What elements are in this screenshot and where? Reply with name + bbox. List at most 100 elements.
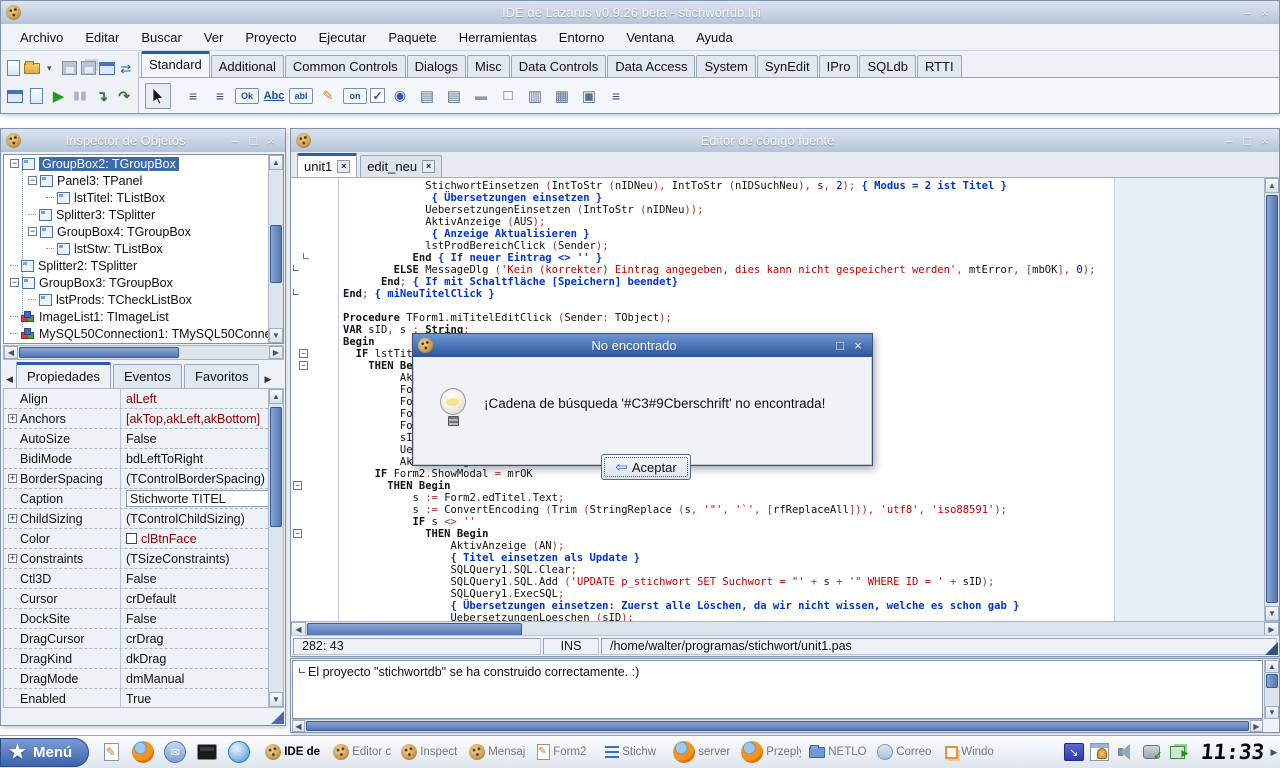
display-resize-icon[interactable]: ↘ bbox=[1062, 740, 1086, 764]
property-row-cursor[interactable]: CursorcrDefault bbox=[4, 589, 283, 609]
tree-item-groupbox3[interactable]: −GroupBox3: TGroupBox bbox=[4, 274, 283, 291]
editor-vertical-scrollbar[interactable]: ▲ ▼ bbox=[1264, 178, 1279, 621]
property-row-color[interactable]: ColorclBtnFace bbox=[4, 529, 283, 549]
tcheckgroup-icon[interactable]: ▦ bbox=[550, 84, 574, 108]
tactionlist-icon[interactable]: ≡ bbox=[604, 84, 628, 108]
tree-item-lststw[interactable]: lstStw: TListBox bbox=[4, 240, 283, 257]
tree-item-splitter2[interactable]: Splitter2: TSplitter bbox=[4, 257, 283, 274]
task-correo[interactable]: Correo bbox=[875, 739, 939, 765]
step-into-icon[interactable]: ↴ bbox=[92, 85, 112, 107]
inspector-tab-propiedades[interactable]: Propiedades bbox=[16, 362, 111, 388]
property-value[interactable]: False bbox=[121, 569, 283, 588]
globe-icon[interactable] bbox=[226, 739, 252, 765]
scroll-down-icon[interactable]: ▼ bbox=[1265, 706, 1279, 719]
resize-grip[interactable] bbox=[271, 711, 284, 724]
property-value[interactable]: alLeft bbox=[121, 389, 283, 408]
pause-icon[interactable]: ▮▮ bbox=[70, 85, 90, 107]
code-line[interactable]: Procedure TForm1.miTitelEditClick (Sende… bbox=[343, 312, 1095, 324]
accept-button[interactable]: ⇦ Aceptar bbox=[601, 454, 691, 480]
property-name[interactable]: DockSite bbox=[4, 609, 121, 628]
expand-icon[interactable]: + bbox=[8, 514, 17, 523]
property-name[interactable]: DragKind bbox=[4, 649, 121, 668]
fold-collapse-icon[interactable]: − bbox=[293, 529, 302, 538]
palette-tab-additional[interactable]: Additional bbox=[211, 55, 284, 77]
code-line[interactable]: ELSE MessageDlg ('Kein (korrekter) Eintr… bbox=[343, 264, 1095, 276]
task-ide-de[interactable]: IDE de bbox=[263, 739, 327, 765]
mail-icon[interactable]: ✉ bbox=[162, 739, 188, 765]
code-line[interactable]: SQLQuery1.ExecSQL; bbox=[343, 588, 1095, 600]
menu-archivo[interactable]: Archivo bbox=[9, 27, 74, 48]
tgroupbox-icon[interactable]: □ bbox=[496, 84, 520, 108]
scroll-down-icon[interactable]: ▼ bbox=[269, 328, 283, 343]
scroll-up-icon[interactable]: ▲ bbox=[1265, 178, 1279, 193]
property-value[interactable]: False bbox=[121, 429, 283, 448]
minimize-icon[interactable]: – bbox=[226, 132, 244, 150]
palette-tab-common-controls[interactable]: Common Controls bbox=[285, 55, 406, 77]
property-name[interactable]: Caption bbox=[4, 489, 121, 508]
menu-paquete[interactable]: Paquete bbox=[377, 27, 447, 48]
inspector-titlebar[interactable]: Inspector de Objetos – □ × bbox=[1, 129, 285, 152]
maximize-icon[interactable]: □ bbox=[1238, 132, 1256, 150]
volume-icon[interactable] bbox=[1114, 740, 1138, 764]
menu-ventana[interactable]: Ventana bbox=[615, 27, 685, 48]
menu-herramientas[interactable]: Herramientas bbox=[448, 27, 548, 48]
code-line[interactable]: s := ConvertEncoding (Trim (StringReplac… bbox=[343, 504, 1095, 516]
tabs-scroll-right-icon[interactable]: ▶ bbox=[261, 370, 274, 388]
palette-tab-data-controls[interactable]: Data Controls bbox=[511, 55, 606, 77]
minimize-icon[interactable]: – bbox=[1238, 4, 1256, 22]
tscrollbar-icon[interactable]: ▬ bbox=[469, 84, 493, 108]
fold-collapse-icon[interactable]: − bbox=[293, 481, 302, 490]
code-line[interactable]: End; { miNeuTitelClick } bbox=[343, 288, 1095, 300]
property-value[interactable]: dmManual bbox=[121, 669, 283, 688]
messages-horizontal-scrollbar[interactable]: ◀ ▶ bbox=[292, 719, 1263, 732]
task-netlo[interactable]: NETLO bbox=[807, 739, 871, 765]
palette-tab-ipro[interactable]: IPro bbox=[819, 55, 859, 77]
terminal-icon[interactable] bbox=[194, 739, 220, 765]
tree-item-groupbox4[interactable]: −GroupBox4: TGroupBox bbox=[4, 223, 283, 240]
code-line[interactable]: UebersetzungenEinsetzen (IntToStr (nIDNe… bbox=[343, 204, 1095, 216]
property-name[interactable]: +BorderSpacing bbox=[4, 469, 121, 488]
menu-ver[interactable]: Ver bbox=[193, 27, 235, 48]
property-name[interactable]: Color bbox=[4, 529, 121, 548]
open-file-icon[interactable] bbox=[24, 57, 41, 79]
tpanel-icon[interactable]: ▣ bbox=[577, 84, 601, 108]
property-name[interactable]: DragMode bbox=[4, 669, 121, 688]
property-name[interactable]: BidiMode bbox=[4, 449, 121, 468]
tree-item-mysql50connection1[interactable]: MySQL50Connection1: TMySQL50Connection bbox=[4, 325, 283, 342]
tradiogroup-icon[interactable]: ▥ bbox=[523, 84, 547, 108]
property-name[interactable]: +ChildSizing bbox=[4, 509, 121, 528]
code-line[interactable]: AktivAnzeige (AUS); bbox=[343, 216, 1095, 228]
palette-tab-data-access[interactable]: Data Access bbox=[607, 55, 695, 77]
property-row-dragmode[interactable]: DragModedmManual bbox=[4, 669, 283, 689]
code-line[interactable]: SQLQuery1.SQL.Add ('UPDATE p_stichwort S… bbox=[343, 576, 1095, 588]
property-name[interactable]: AutoSize bbox=[4, 429, 121, 448]
scroll-thumb[interactable] bbox=[1266, 674, 1278, 688]
scroll-right-icon[interactable]: ▶ bbox=[1250, 720, 1263, 732]
tcheckbox-icon[interactable]: ✓ bbox=[370, 88, 385, 103]
task-editor-c[interactable]: Editor c bbox=[331, 739, 395, 765]
close-icon[interactable]: × bbox=[849, 337, 867, 355]
panel-hide-arrow-icon[interactable]: ▶ bbox=[1268, 739, 1280, 765]
tabs-scroll-left-icon[interactable]: ◀ bbox=[3, 370, 16, 388]
editor-titlebar[interactable]: Editor de código fuente – □ × bbox=[291, 129, 1279, 152]
tbutton-icon[interactable]: Ok bbox=[235, 88, 259, 104]
scroll-left-icon[interactable]: ◀ bbox=[292, 720, 305, 732]
step-over-icon[interactable]: ↷ bbox=[114, 85, 134, 107]
property-name[interactable]: Align bbox=[4, 389, 121, 408]
code-line[interactable]: End { If neuer Eintrag <> '' } bbox=[343, 252, 1095, 264]
property-row-borderspacing[interactable]: +BorderSpacing(TControlBorderSpacing) bbox=[4, 469, 283, 489]
property-value-editor[interactable]: Stichworte TITEL bbox=[126, 490, 281, 507]
tree-item-lstprods[interactable]: lstProds: TCheckListBox bbox=[4, 291, 283, 308]
code-line[interactable]: { Titel einsetzen als Update } bbox=[343, 552, 1095, 564]
messages-vertical-scrollbar[interactable]: ▲ ▼ bbox=[1264, 660, 1279, 719]
property-row-docksite[interactable]: DockSiteFalse bbox=[4, 609, 283, 629]
task-przeply[interactable]: Przeply bbox=[739, 739, 803, 765]
inspector-tab-favoritos[interactable]: Favoritos bbox=[184, 364, 259, 388]
organizer-alarm-icon[interactable] bbox=[1088, 740, 1112, 764]
palette-tab-misc[interactable]: Misc bbox=[467, 55, 510, 77]
code-line[interactable]: End; { If mit Schaltfläche [Speichern] b… bbox=[343, 276, 1095, 288]
inspector-tab-eventos[interactable]: Eventos bbox=[113, 364, 182, 388]
close-icon[interactable]: × bbox=[1256, 4, 1274, 22]
tab-close-icon[interactable]: × bbox=[422, 160, 435, 173]
save-all-icon[interactable] bbox=[80, 57, 97, 79]
